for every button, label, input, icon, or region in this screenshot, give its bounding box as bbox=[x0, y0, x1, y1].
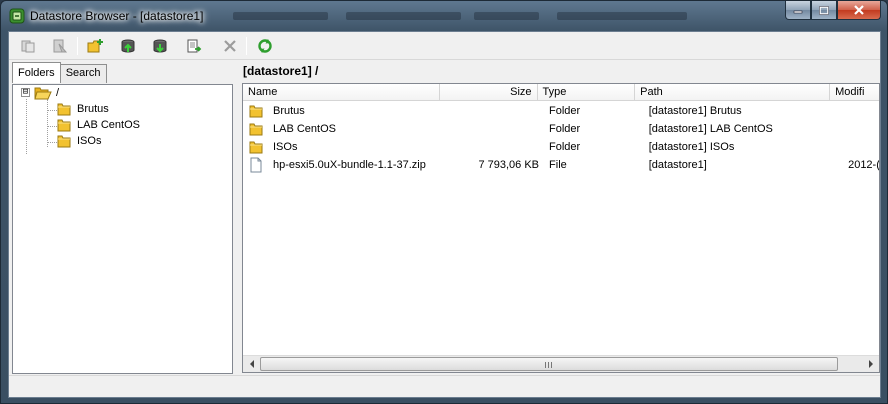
delete-icon bbox=[224, 40, 236, 52]
download-button[interactable] bbox=[149, 36, 171, 56]
folders-pane: Folders Search ⊟ / Brutus LAB CentOS ISO… bbox=[12, 62, 236, 374]
new-folder-icon bbox=[87, 39, 103, 53]
scrollbar-thumb[interactable] bbox=[260, 357, 838, 371]
maximize-icon bbox=[819, 5, 829, 15]
scroll-right-button[interactable] bbox=[862, 356, 879, 372]
register-vm-icon bbox=[187, 39, 202, 53]
file-name: hp-esxi5.0uX-bundle-1.1-37.zip bbox=[273, 159, 426, 171]
folder-icon bbox=[249, 123, 263, 136]
minimize-button[interactable] bbox=[785, 1, 811, 20]
window-client-area: Folders Search ⊟ / Brutus LAB CentOS ISO… bbox=[8, 31, 881, 398]
cell-modified: 2012-( bbox=[848, 159, 879, 171]
cell-size: 7 793,06 KB bbox=[478, 159, 540, 171]
register-vm-button[interactable] bbox=[183, 36, 205, 56]
tree-expander[interactable]: ⊟ bbox=[21, 88, 30, 97]
scroll-right-arrow-icon bbox=[868, 360, 873, 368]
folder-icon bbox=[57, 103, 71, 116]
cell-type: Folder bbox=[549, 123, 581, 135]
close-icon bbox=[854, 5, 864, 15]
cell-type: Folder bbox=[549, 141, 581, 153]
refresh-icon bbox=[258, 39, 272, 53]
column-header-modified[interactable]: Modifi bbox=[830, 84, 879, 101]
tab-search[interactable]: Search bbox=[59, 64, 107, 83]
scrollbar-grip bbox=[545, 362, 553, 368]
cell-name: LAB CentOS bbox=[243, 121, 444, 137]
download-icon bbox=[153, 39, 167, 53]
tree-item-root[interactable]: / bbox=[34, 85, 59, 101]
toolbar-separator bbox=[77, 37, 78, 55]
new-folder-button[interactable] bbox=[85, 36, 107, 56]
file-list-header: Name Size Type Path Modifi bbox=[243, 84, 879, 101]
table-row[interactable]: ISOs Folder [datastore1] ISOs bbox=[243, 138, 879, 156]
close-button[interactable] bbox=[837, 1, 881, 20]
minimize-icon bbox=[793, 10, 803, 14]
cell-path: [datastore1] bbox=[648, 159, 707, 171]
cell-path: [datastore1] Brutus bbox=[648, 105, 742, 117]
cell-path: [datastore1] LAB CentOS bbox=[648, 123, 773, 135]
tab-folders[interactable]: Folders bbox=[12, 62, 61, 83]
tree-item-label: LAB CentOS bbox=[77, 119, 140, 131]
title-bar[interactable]: Datastore Browser - [datastore1] bbox=[1, 1, 887, 31]
window-title: Datastore Browser - [datastore1] bbox=[30, 9, 204, 23]
tree-item-label: ISOs bbox=[77, 135, 102, 147]
folder-tree: ⊟ / Brutus LAB CentOS ISOs bbox=[12, 84, 233, 374]
tree-item-lab-centos[interactable]: LAB CentOS bbox=[56, 117, 140, 133]
file-list: Name Size Type Path Modifi Brutus Folder… bbox=[242, 83, 880, 373]
file-list-pane: [datastore1] / Name Size Type Path Modif… bbox=[242, 61, 880, 375]
table-row[interactable]: hp-esxi5.0uX-bundle-1.1-37.zip 7 793,06 … bbox=[243, 156, 879, 174]
folder-icon bbox=[57, 135, 71, 148]
file-name: Brutus bbox=[273, 105, 305, 117]
copy-icon bbox=[21, 40, 35, 53]
tree-guide-line bbox=[47, 99, 48, 147]
table-row[interactable]: LAB CentOS Folder [datastore1] LAB CentO… bbox=[243, 120, 879, 138]
column-header-path[interactable]: Path bbox=[635, 84, 831, 101]
background-window-text bbox=[346, 12, 461, 20]
tree-item-brutus[interactable]: Brutus bbox=[56, 101, 109, 117]
cell-type: Folder bbox=[549, 105, 581, 117]
left-pane-tabs: Folders Search bbox=[12, 62, 107, 84]
column-header-type[interactable]: Type bbox=[538, 84, 636, 101]
datastore-browser-app-icon bbox=[9, 8, 25, 24]
refresh-button[interactable] bbox=[254, 36, 276, 56]
background-window-text bbox=[233, 12, 328, 20]
horizontal-scrollbar[interactable] bbox=[243, 355, 879, 372]
toolbar-separator bbox=[246, 37, 247, 55]
upload-button[interactable] bbox=[117, 36, 139, 56]
background-window-text bbox=[557, 12, 687, 20]
tree-item-isos[interactable]: ISOs bbox=[56, 133, 101, 149]
tree-item-label: / bbox=[56, 87, 60, 99]
cell-type: File bbox=[549, 159, 567, 171]
caption-buttons bbox=[785, 1, 881, 21]
datastore-browser-window: Datastore Browser - [datastore1] Folders… bbox=[0, 0, 888, 404]
folder-icon bbox=[249, 105, 263, 118]
file-name: ISOs bbox=[273, 141, 298, 153]
tree-item-label: Brutus bbox=[77, 103, 109, 115]
scroll-left-button[interactable] bbox=[243, 356, 260, 372]
cell-name: ISOs bbox=[243, 139, 444, 155]
folder-icon bbox=[249, 141, 263, 154]
paste-button[interactable] bbox=[49, 36, 71, 56]
cell-name: hp-esxi5.0uX-bundle-1.1-37.zip bbox=[243, 157, 444, 173]
folder-icon bbox=[57, 119, 71, 132]
cell-name: Brutus bbox=[243, 103, 444, 119]
delete-button[interactable] bbox=[219, 36, 241, 56]
column-header-size[interactable]: Size bbox=[440, 84, 538, 101]
file-icon bbox=[250, 157, 262, 173]
upload-icon bbox=[121, 39, 135, 53]
cell-path: [datastore1] ISOs bbox=[648, 141, 735, 153]
toolbar bbox=[9, 32, 880, 60]
open-folder-icon bbox=[34, 87, 52, 100]
column-header-name[interactable]: Name bbox=[243, 84, 440, 101]
status-bar bbox=[9, 375, 880, 397]
paste-icon bbox=[53, 39, 68, 53]
table-row[interactable]: Brutus Folder [datastore1] Brutus bbox=[243, 102, 879, 120]
background-window-text bbox=[474, 12, 539, 20]
tree-guide-line bbox=[26, 99, 27, 154]
file-name: LAB CentOS bbox=[273, 123, 336, 135]
maximize-button[interactable] bbox=[811, 1, 837, 20]
scroll-left-arrow-icon bbox=[249, 360, 254, 368]
copy-button[interactable] bbox=[17, 36, 39, 56]
current-path-label: [datastore1] / bbox=[243, 64, 319, 78]
